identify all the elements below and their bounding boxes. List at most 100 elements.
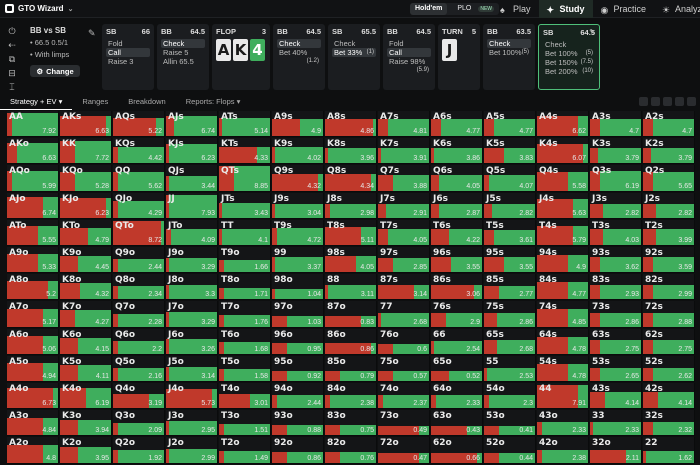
hand-cell[interactable]: K9s 4.02 (272, 138, 324, 165)
hand-cell[interactable]: K7s 3.91 (378, 138, 430, 165)
hand-cell[interactable]: A6o 5.06 (7, 328, 59, 355)
hand-cell[interactable]: JJ 7.93 (166, 192, 218, 219)
hand-cell[interactable]: 86s 3.06 (431, 274, 483, 301)
hand-cell[interactable]: 42s 4.14 (643, 383, 695, 410)
tab-ranges[interactable]: Ranges (72, 95, 118, 109)
hand-cell[interactable]: QTo 8.72 (113, 219, 165, 246)
hand-cell[interactable]: KTs 4.33 (219, 138, 271, 165)
settings-view-icon[interactable] (675, 97, 684, 106)
action-option[interactable]: Bet 33% (1) (332, 48, 376, 57)
hand-cell[interactable]: A6s 4.77 (431, 111, 483, 138)
board-card-turn[interactable]: TURN 5 J (438, 24, 480, 90)
game-mode-toggle[interactable]: Hold'em PLO NEW (410, 3, 500, 15)
power-icon[interactable]: ⏻ (8, 26, 15, 37)
hand-cell[interactable]: A5o 4.94 (7, 355, 59, 382)
nav-analyze[interactable]: ☀ Analyze (654, 0, 700, 18)
hand-cell[interactable]: 95s 3.55 (484, 247, 536, 274)
hand-cell[interactable]: K6o 4.15 (60, 328, 112, 355)
action-option[interactable]: Check (277, 39, 321, 48)
hand-cell[interactable]: 85o 0.79 (325, 355, 377, 382)
hand-cell[interactable]: J9s 3.04 (272, 192, 324, 219)
hand-cell[interactable]: Q9s 4.32 (272, 165, 324, 192)
tab-breakdown[interactable]: Breakdown (118, 95, 176, 109)
hand-cell[interactable]: 99 3.37 (272, 247, 324, 274)
hand-cell[interactable]: K3s 3.79 (590, 138, 642, 165)
hand-cell[interactable]: 54s 4.78 (537, 355, 589, 382)
hand-cell[interactable]: 82o 0.76 (325, 437, 377, 464)
hand-cell[interactable]: 52o 0.44 (484, 437, 536, 464)
hand-cell[interactable]: 32o 2.11 (590, 437, 642, 464)
hand-cell[interactable]: T8o 1.71 (219, 274, 271, 301)
split-view-icon[interactable] (651, 97, 660, 106)
nav-play[interactable]: ♠ Play (492, 0, 539, 18)
hand-cell[interactable]: J5o 3.14 (166, 355, 218, 382)
action-option[interactable]: Check (543, 40, 595, 49)
hand-cell[interactable]: JTo 4.09 (166, 219, 218, 246)
hand-cell[interactable]: AA 7.92 (7, 111, 59, 138)
hand-cell[interactable]: A9s 4.9 (272, 111, 324, 138)
hand-cell[interactable]: 94s 4.9 (537, 247, 589, 274)
action-card-sb[interactable]: SB 66 Fold Call Raise 3 (102, 24, 154, 90)
mode-holdem[interactable]: Hold'em (410, 3, 448, 15)
hand-cell[interactable]: 76s 2.9 (431, 301, 483, 328)
hand-cell[interactable]: A8o 5.2 (7, 274, 59, 301)
action-option[interactable]: Check (161, 39, 205, 48)
hand-cell[interactable]: 63o 0.43 (431, 410, 483, 437)
hand-cell[interactable]: 55 2.53 (484, 355, 536, 382)
action-option[interactable]: Allin 65.5 (161, 57, 205, 66)
hand-cell[interactable]: 96s 3.55 (431, 247, 483, 274)
hand-cell[interactable]: Q4s 5.58 (537, 165, 589, 192)
pencil-icon[interactable]: ✎ (589, 28, 595, 36)
cursor-icon[interactable]: ⌶ (9, 82, 14, 93)
hand-cell[interactable]: T7s 4.05 (378, 219, 430, 246)
hand-cell[interactable]: A2s 4.7 (643, 111, 695, 138)
hand-cell[interactable]: 82s 2.99 (643, 274, 695, 301)
hand-cell[interactable]: 73o 0.49 (378, 410, 430, 437)
hand-cell[interactable]: 74s 4.85 (537, 301, 589, 328)
hand-cell[interactable]: K4s 6.07 (537, 138, 589, 165)
hand-cell[interactable]: J8o 3.3 (166, 274, 218, 301)
hand-cell[interactable]: A3s 4.7 (590, 111, 642, 138)
hand-cell[interactable]: AQs 5.22 (113, 111, 165, 138)
hand-cell[interactable]: K2s 3.79 (643, 138, 695, 165)
hand-cell[interactable]: KTo 4.79 (60, 219, 112, 246)
action-option[interactable]: Bet 100% (5) (487, 48, 531, 57)
hand-cell[interactable]: K5o 4.11 (60, 355, 112, 382)
action-option[interactable]: Fold (106, 39, 150, 48)
hand-cell[interactable]: 42o 2.38 (537, 437, 589, 464)
hand-cell[interactable]: Q5o 2.16 (113, 355, 165, 382)
action-option[interactable]: Bet 40% (1.2) (277, 48, 321, 64)
hand-cell[interactable]: A7s 4.81 (378, 111, 430, 138)
hand-cell[interactable]: J7s 2.91 (378, 192, 430, 219)
hand-cell[interactable]: T3s 4.03 (590, 219, 642, 246)
hand-cell[interactable]: 53s 2.65 (590, 355, 642, 382)
hand-cell[interactable]: Q8s 4.34 (325, 165, 377, 192)
hand-cell[interactable]: KQo 5.28 (60, 165, 112, 192)
hand-cell[interactable]: 22 1.62 (643, 437, 695, 464)
board-card-flop[interactable]: FLOP 3 A K 4 (212, 24, 270, 90)
hand-cell[interactable]: 75s 2.86 (484, 301, 536, 328)
hand-cell[interactable]: KQs 4.42 (113, 138, 165, 165)
action-option[interactable]: Raise 3 (106, 57, 150, 66)
copy-icon[interactable]: ⧉ (9, 54, 15, 65)
hand-cell[interactable]: Q7o 2.28 (113, 301, 165, 328)
hand-cell[interactable]: 33 2.33 (590, 410, 642, 437)
hand-cell[interactable]: T3o 1.51 (219, 410, 271, 437)
hand-cell[interactable]: T9s 4.72 (272, 219, 324, 246)
hand-cell[interactable]: J7o 3.29 (166, 301, 218, 328)
hand-cell[interactable]: T2s 3.99 (643, 219, 695, 246)
hand-cell[interactable]: 44 7.91 (537, 383, 589, 410)
tab-reports[interactable]: Reports: Flops ▾ (176, 95, 251, 109)
hand-cell[interactable]: K7o 4.27 (60, 301, 112, 328)
action-option[interactable]: Raise 98% (5.9) (387, 57, 431, 73)
action-card-bb[interactable]: BB 64.5 Check Bet 40% (1.2) (273, 24, 325, 90)
hand-cell[interactable]: Q9o 2.44 (113, 247, 165, 274)
hand-cell[interactable]: J8s 2.98 (325, 192, 377, 219)
hand-cell[interactable]: Q3s 6.19 (590, 165, 642, 192)
hand-cell[interactable]: A3o 4.84 (7, 410, 59, 437)
action-option[interactable]: Call (387, 48, 431, 57)
hand-cell[interactable]: J6o 3.26 (166, 328, 218, 355)
hand-cell[interactable]: 84s 4.77 (537, 274, 589, 301)
hand-cell[interactable]: T7o 1.76 (219, 301, 271, 328)
action-option[interactable]: Call (106, 48, 150, 57)
